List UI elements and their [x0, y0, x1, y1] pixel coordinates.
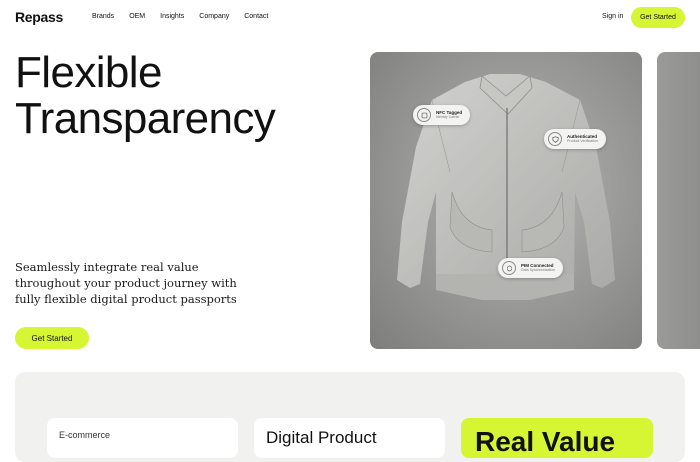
- authenticated-chip: Authenticated Product Verification: [544, 129, 606, 149]
- feature-card-digital-product[interactable]: Digital Product: [254, 418, 445, 458]
- product-image-card: NFC Tagged Identity Carrier Authenticate…: [370, 52, 642, 349]
- nav-link-insights[interactable]: Insights: [160, 13, 184, 20]
- nav-links: Brands OEM Insights Company Contact: [92, 13, 283, 20]
- chip-subtitle: Identity Carrier: [436, 115, 460, 119]
- jacket-image: [397, 74, 615, 300]
- nav-get-started-button[interactable]: Get Started: [631, 7, 685, 28]
- hero-get-started-button[interactable]: Get Started: [15, 327, 89, 349]
- nav-link-company[interactable]: Company: [199, 13, 229, 20]
- shield-check-icon: [548, 132, 562, 146]
- sync-icon: [502, 261, 516, 275]
- pim-connected-chip: PIM Connected Data Synchronization: [498, 258, 564, 278]
- logo[interactable]: Repass: [15, 9, 63, 25]
- feature-card-label: E-commerce: [59, 430, 111, 440]
- nav-link-oem[interactable]: OEM: [129, 13, 145, 20]
- chip-subtitle: Product Verification: [567, 139, 598, 143]
- feature-card-ecommerce[interactable]: E-commerce: [47, 418, 238, 458]
- feature-card-title: Real Value: [475, 426, 616, 457]
- feature-card-title: Digital Product: [266, 428, 377, 447]
- sign-in-link[interactable]: Sign in: [602, 13, 623, 20]
- hero-title: Flexible Transparency: [15, 48, 276, 143]
- feature-card-real-value[interactable]: Real Value: [461, 418, 653, 458]
- hero-title-line-2: Transparency: [15, 94, 276, 143]
- chip-subtitle: Data Synchronization: [521, 268, 556, 272]
- nav-link-contact[interactable]: Contact: [244, 13, 268, 20]
- top-navigation: Repass Brands OEM Insights Company Conta…: [0, 0, 700, 36]
- nav-link-brands[interactable]: Brands: [92, 13, 114, 20]
- hero-title-line-1: Flexible: [15, 48, 162, 97]
- hero-subtitle: Seamlessly integrate real value througho…: [15, 260, 237, 306]
- nfc-tagged-chip: NFC Tagged Identity Carrier: [413, 105, 471, 125]
- next-image-card[interactable]: [657, 52, 700, 349]
- nfc-icon: [417, 108, 431, 122]
